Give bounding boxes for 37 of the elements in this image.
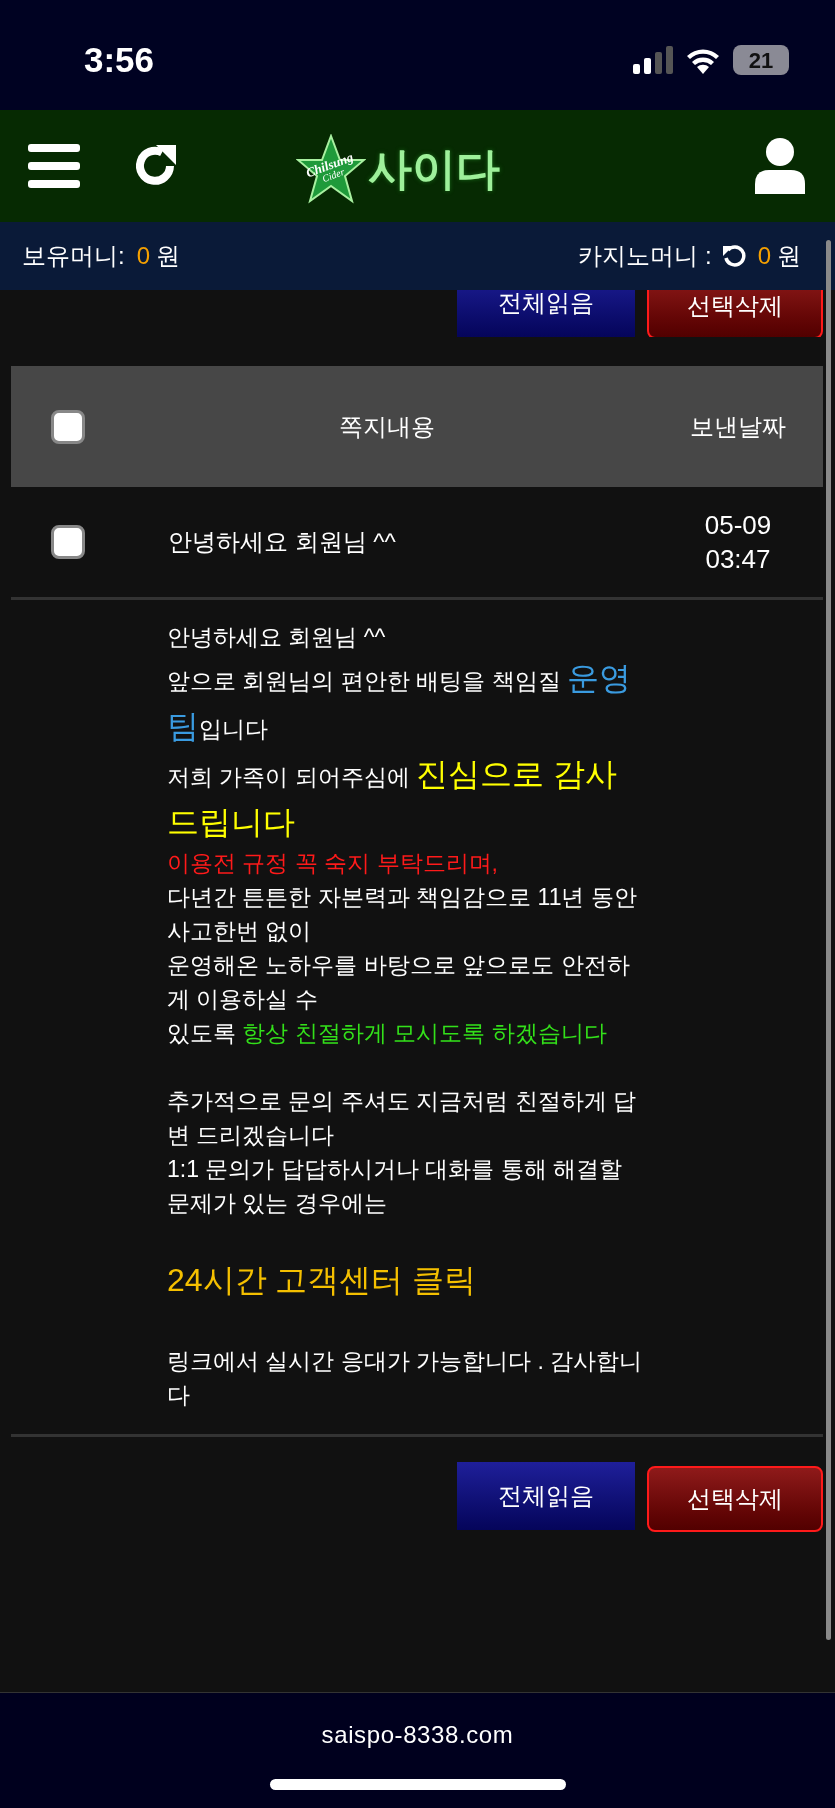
casino-money-label: 카지노머니 :: [578, 241, 712, 271]
message-paragraph: 저희 가족이 되어주심에 진심으로 감사 드립니다: [167, 755, 619, 842]
signal-icon: [633, 46, 673, 74]
casino-money-amount: 0: [757, 241, 771, 271]
customer-center-link[interactable]: 24시간 고객센터 클릭: [167, 1256, 643, 1308]
refresh-icon[interactable]: [721, 244, 746, 268]
column-header: 쪽지내용: [339, 411, 435, 442]
message-paragraph: 운영해온 노하우를 바탕으로 앞으로도 안전하게 이용하실 수: [167, 951, 631, 1014]
read-all-button[interactable]: 전체읽음: [457, 1462, 635, 1530]
message-paragraph: 1:1 문의가 답답하시거나 대화를 통해 해결할 문제가 있는 경우에는: [167, 1155, 623, 1218]
sent-time: 03:47: [705, 543, 771, 576]
column-header: 보낸날짜: [690, 411, 786, 442]
delete-selected-button[interactable]: 선택삭제: [647, 290, 823, 337]
message-subject[interactable]: 안녕하세요 회원님 ^^: [168, 528, 396, 555]
balance-label: 보유머니:: [22, 241, 125, 271]
message-paragraph: 이용전 규정 꼭 숙지 부탁드리며,: [167, 849, 499, 878]
scrollbar[interactable]: [826, 240, 831, 1640]
checkbox[interactable]: [51, 409, 85, 444]
checkbox[interactable]: [51, 525, 85, 559]
logo-title[interactable]: 사이다: [368, 136, 500, 202]
message-paragraph: 추가적으로 문의 주셔도 지금처럼 친절하게 답변 드리겠습니다: [167, 1087, 637, 1150]
currency-unit: 원: [777, 241, 801, 271]
menu-icon[interactable]: [28, 144, 80, 188]
site-url[interactable]: saispo-8338.com: [321, 1717, 514, 1753]
balance-amount: 0: [136, 241, 151, 271]
sent-date: 05-09: [704, 509, 772, 542]
user-icon[interactable]: [755, 138, 805, 194]
message-paragraph: 다년간 튼튼한 자본력과 책임감으로 11년 동안 사고한번 없이: [167, 883, 638, 946]
message-paragraph: 링크에서 실시간 응대가 가능합니다 . 감사합니다: [167, 1347, 643, 1410]
message-paragraph: 안녕하세요 회원님 ^^: [167, 623, 387, 652]
message-paragraph: 앞으로 회원님의 편안한 배팅을 책임질 운영팀 입니다: [167, 659, 632, 746]
battery-level: 21: [733, 45, 789, 75]
currency-unit: 원: [156, 241, 181, 271]
delete-selected-button[interactable]: 선택삭제: [647, 1466, 823, 1532]
read-all-button[interactable]: 전체읽음: [457, 290, 635, 337]
status-time: 3:56: [84, 38, 155, 81]
message-paragraph: 있도록 항상 친절하게 모시도록 하겠습니다: [167, 1019, 608, 1048]
